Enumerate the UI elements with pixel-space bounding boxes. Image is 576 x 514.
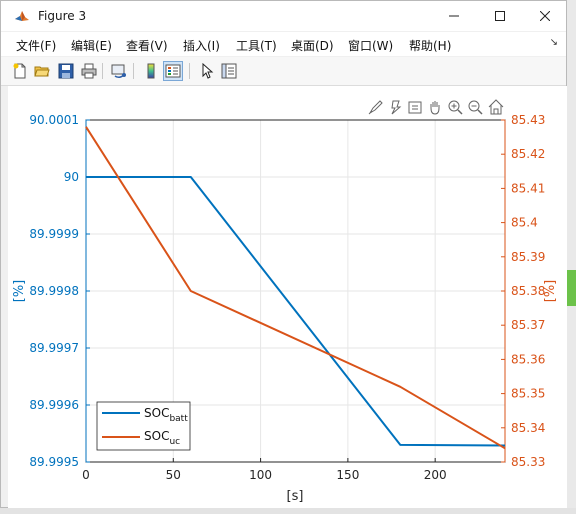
data-tips-icon bbox=[391, 100, 402, 115]
x-tick-label: 150 bbox=[336, 468, 359, 482]
y-axis-right-label: [%] bbox=[543, 280, 558, 303]
menu-edit[interactable]: 编辑(E) bbox=[71, 37, 112, 54]
series-lines bbox=[85, 126, 506, 450]
figure-window: Figure 3 文件(F) 编辑(E) 查看(V) 插入(I) 工具(T) 桌… bbox=[0, 0, 567, 508]
toolbar-separator bbox=[102, 63, 103, 79]
x-tick-label: 100 bbox=[249, 468, 272, 482]
figure-toolbar bbox=[1, 57, 566, 86]
new-figure-icon bbox=[13, 63, 26, 79]
brush-button[interactable] bbox=[366, 97, 386, 117]
window-title: Figure 3 bbox=[38, 9, 87, 23]
pointer-icon bbox=[202, 63, 214, 79]
background-side-tab[interactable] bbox=[567, 270, 576, 306]
y-left-tick-label: 89.9995 bbox=[29, 455, 79, 469]
y-left-tick-label: 90.0001 bbox=[29, 113, 79, 127]
legend-button[interactable] bbox=[163, 61, 183, 81]
menu-view[interactable]: 查看(V) bbox=[126, 37, 168, 54]
menu-tools[interactable]: 工具(T) bbox=[236, 37, 277, 54]
link-icon bbox=[111, 64, 126, 79]
colorbar-icon bbox=[147, 63, 155, 79]
zoom-out-button[interactable] bbox=[465, 97, 485, 117]
pointer-button[interactable] bbox=[197, 61, 217, 81]
figure-canvas: 0 50 100 150 200 89.9995 89.9996 89.9997 89.999… bbox=[8, 86, 567, 508]
maximize-icon bbox=[495, 11, 505, 21]
menu-overflow-icon[interactable]: ↘ bbox=[550, 37, 558, 48]
title-bar[interactable]: Figure 3 bbox=[1, 1, 566, 31]
pan-button[interactable] bbox=[425, 97, 445, 117]
colorbar-button[interactable] bbox=[141, 61, 161, 81]
y-right-tick-label: 85.36 bbox=[511, 352, 545, 366]
menu-help[interactable]: 帮助(H) bbox=[409, 37, 451, 54]
zoom-out-icon bbox=[468, 100, 483, 115]
link-button[interactable] bbox=[109, 61, 129, 81]
home-button[interactable] bbox=[486, 97, 506, 117]
x-tick-label: 200 bbox=[424, 468, 447, 482]
y-right-tick-label: 85.34 bbox=[511, 421, 545, 435]
open-file-button[interactable] bbox=[32, 61, 52, 81]
toolbar-separator bbox=[133, 63, 134, 79]
y-right-tick-label: 85.33 bbox=[511, 455, 545, 469]
y-right-tick-label: 85.39 bbox=[511, 250, 545, 264]
menu-file[interactable]: 文件(F) bbox=[16, 37, 56, 54]
data-tips-button[interactable] bbox=[386, 97, 406, 117]
y-axis-left-label: [%] bbox=[12, 280, 27, 303]
matlab-logo-icon bbox=[14, 8, 30, 24]
series-line-soc-uc bbox=[85, 126, 506, 450]
x-axis-label: [s] bbox=[287, 489, 304, 504]
legend-icon bbox=[165, 64, 181, 78]
open-file-icon bbox=[34, 66, 50, 77]
menu-insert[interactable]: 插入(I) bbox=[183, 37, 220, 54]
export-button[interactable] bbox=[405, 97, 425, 117]
property-inspector-icon bbox=[221, 63, 237, 79]
y-right-tick-label: 85.37 bbox=[511, 318, 545, 332]
y-left-tick-label: 90 bbox=[64, 170, 79, 184]
background-desktop bbox=[0, 508, 576, 514]
minimize-icon bbox=[449, 15, 459, 17]
y-right-tick-label: 85.42 bbox=[511, 147, 545, 161]
y-axis-right: 85.33 85.34 85.35 85.36 85.37 85.38 85.39 85.4 8… bbox=[501, 113, 545, 469]
maximize-button[interactable] bbox=[477, 1, 523, 31]
y-axis-left: 89.9995 89.9996 89.9997 89.9998 89.9999 90 90.… bbox=[29, 113, 90, 469]
y-left-tick-label: 89.9999 bbox=[29, 227, 79, 241]
save-button[interactable] bbox=[56, 61, 76, 81]
minimize-button[interactable] bbox=[431, 1, 477, 31]
home-icon bbox=[488, 99, 504, 115]
y-left-tick-label: 89.9997 bbox=[29, 341, 79, 355]
menu-window[interactable]: 窗口(W) bbox=[348, 37, 393, 54]
y-right-tick-label: 85.35 bbox=[511, 387, 545, 401]
zoom-in-icon bbox=[448, 100, 463, 115]
export-icon bbox=[408, 101, 422, 114]
x-tick-label: 0 bbox=[82, 468, 90, 482]
zoom-in-button[interactable] bbox=[445, 97, 465, 117]
property-inspector-button[interactable] bbox=[219, 61, 239, 81]
y-right-tick-label: 85.4 bbox=[511, 216, 538, 230]
print-button[interactable] bbox=[79, 61, 99, 81]
y-left-tick-label: 89.9998 bbox=[29, 284, 79, 298]
y-right-tick-label: 85.43 bbox=[511, 113, 545, 127]
close-icon bbox=[540, 11, 550, 21]
menu-desktop[interactable]: 桌面(D) bbox=[291, 37, 334, 54]
y-right-tick-label: 85.38 bbox=[511, 284, 545, 298]
brush-icon bbox=[368, 100, 383, 115]
legend[interactable]: SOCbatt SOCuc bbox=[96, 401, 191, 451]
y-right-tick-label: 85.41 bbox=[511, 181, 545, 195]
menu-bar: 文件(F) 编辑(E) 查看(V) 插入(I) 工具(T) 桌面(D) 窗口(W… bbox=[1, 32, 566, 56]
save-icon bbox=[58, 63, 74, 79]
x-tick-label: 50 bbox=[166, 468, 181, 482]
print-icon bbox=[81, 63, 97, 79]
plot-area[interactable]: 0 50 100 150 200 89.999589.999689.999789.999… bbox=[8, 86, 567, 508]
y-left-tick-label: 89.9996 bbox=[29, 398, 79, 412]
toolbar-separator bbox=[189, 63, 190, 79]
close-button[interactable] bbox=[522, 1, 568, 31]
new-figure-button[interactable] bbox=[10, 61, 30, 81]
pan-icon bbox=[430, 101, 440, 115]
